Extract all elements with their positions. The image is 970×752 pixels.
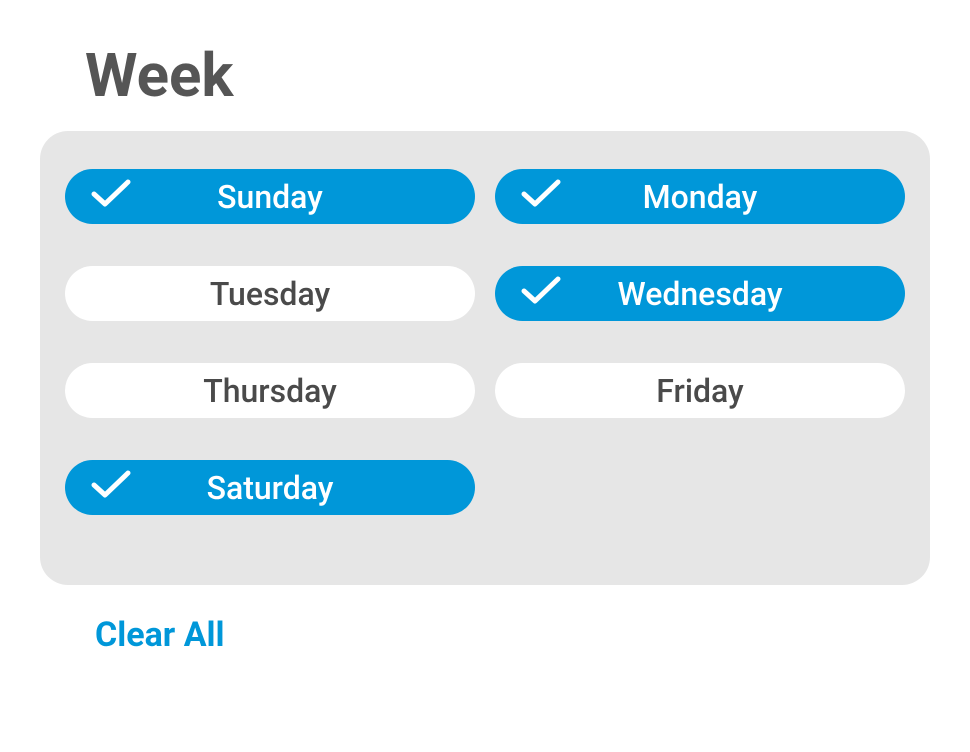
page-title: Week bbox=[85, 40, 930, 111]
check-icon bbox=[521, 275, 561, 313]
day-toggle-saturday[interactable]: Saturday bbox=[65, 460, 475, 515]
day-grid: Sunday Monday Tuesday Wednesday Thursday bbox=[65, 169, 905, 515]
day-label: Thursday bbox=[203, 372, 337, 410]
day-toggle-tuesday[interactable]: Tuesday bbox=[65, 266, 475, 321]
day-label: Friday bbox=[656, 372, 743, 410]
clear-all-button[interactable]: Clear All bbox=[95, 615, 225, 655]
check-icon bbox=[91, 469, 131, 507]
day-label: Tuesday bbox=[210, 275, 330, 313]
day-label: Saturday bbox=[207, 469, 334, 507]
day-toggle-friday[interactable]: Friday bbox=[495, 363, 905, 418]
week-panel: Sunday Monday Tuesday Wednesday Thursday bbox=[40, 131, 930, 585]
day-toggle-monday[interactable]: Monday bbox=[495, 169, 905, 224]
day-toggle-wednesday[interactable]: Wednesday bbox=[495, 266, 905, 321]
day-toggle-sunday[interactable]: Sunday bbox=[65, 169, 475, 224]
day-label: Sunday bbox=[217, 178, 323, 216]
check-icon bbox=[91, 178, 131, 216]
check-icon bbox=[521, 178, 561, 216]
day-label: Monday bbox=[643, 178, 758, 216]
day-label: Wednesday bbox=[618, 275, 783, 313]
day-toggle-thursday[interactable]: Thursday bbox=[65, 363, 475, 418]
